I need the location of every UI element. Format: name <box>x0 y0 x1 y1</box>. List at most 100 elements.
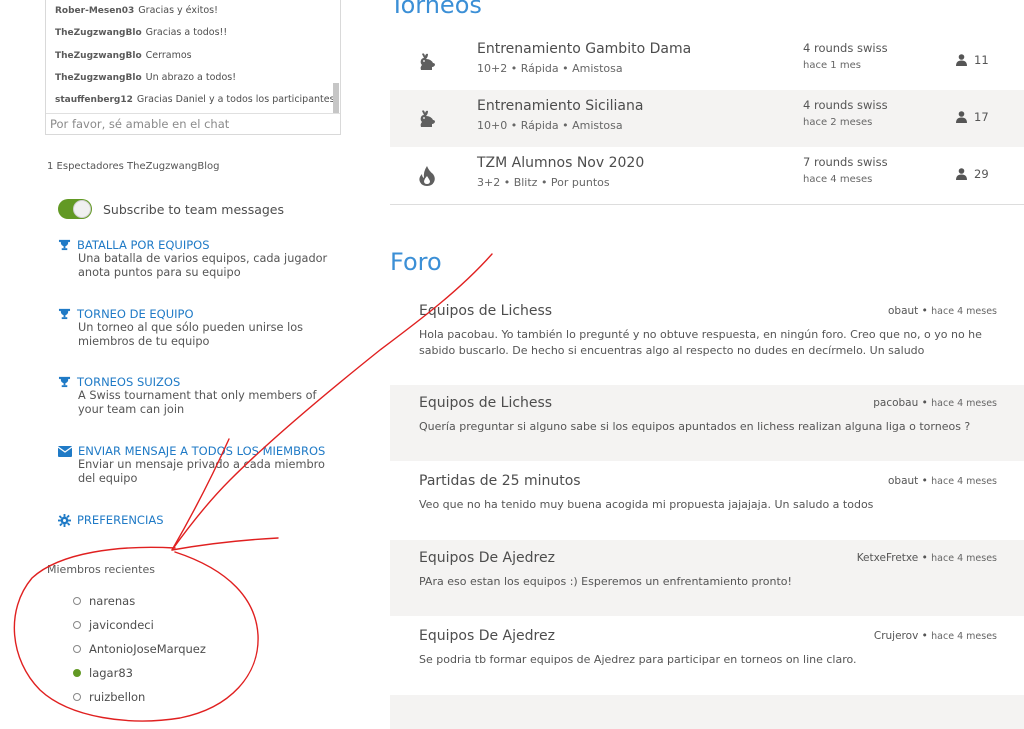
chat-messages: Rober-Mesen03 Gracias y éxitos! TheZugzwa… <box>46 0 334 113</box>
chat-message: Rober-Mesen03 Gracias y éxitos! <box>55 5 218 16</box>
tournament-meta: 3+2 • Blitz • Por puntos <box>477 176 610 189</box>
post-author-name[interactable]: KetxeFretxe <box>857 552 919 564</box>
user-icon <box>956 54 967 66</box>
tournament-rounds: 7 rounds swiss <box>803 155 888 169</box>
spectators-count: 1 Espectadores TheZugzwangBlog <box>47 161 220 172</box>
action-title[interactable]: BATALLA POR EQUIPOS <box>77 238 210 252</box>
user-icon <box>956 168 967 180</box>
trophy-icon <box>58 376 71 388</box>
tournament-players: 11 <box>956 53 989 67</box>
forum-post[interactable]: Equipos De Ajedrez KetxeFretxe • hace 4 … <box>390 540 1024 616</box>
post-text: Se podria tb formar equipos de Ajedrez p… <box>419 653 857 666</box>
action-title[interactable]: TORNEO DE EQUIPO <box>77 307 194 321</box>
tournament-row[interactable]: Entrenamiento Siciliana 10+0 • Rápida • … <box>390 90 1024 147</box>
action-swiss-tournament[interactable]: TORNEOS SUIZOS A Swiss tournament that o… <box>58 375 328 417</box>
forum-post[interactable]: Equipos de Lichess obaut • hace 4 meses … <box>390 293 1024 363</box>
action-preferences[interactable]: PREFERENCIAS <box>58 513 164 527</box>
tournaments-title[interactable]: Torneos <box>390 0 482 19</box>
chat-message: TheZugzwangBlo Cerramos <box>55 50 192 61</box>
action-team-tournament[interactable]: TORNEO DE EQUIPO Un torneo al que sólo p… <box>58 307 328 349</box>
member-antoniojosemarquez[interactable]: AntonioJoseMarquez <box>73 642 206 656</box>
post-author-name[interactable]: obaut <box>888 305 918 317</box>
envelope-icon <box>58 445 72 457</box>
post-title[interactable]: Equipos De Ajedrez <box>419 628 555 644</box>
action-desc: A Swiss tournament that only members of … <box>78 389 317 416</box>
member-name[interactable]: lagar83 <box>89 666 133 680</box>
chat-username[interactable]: TheZugzwangBlo <box>55 73 142 83</box>
gear-icon <box>58 513 71 527</box>
subscribe-toggle[interactable] <box>58 199 92 219</box>
tournament-players: 29 <box>956 167 989 181</box>
tournament-ago: hace 2 meses <box>803 117 873 128</box>
forum-post[interactable]: Equipos De Ajedrez Crujerov • hace 4 mes… <box>390 618 1024 694</box>
tournament-row[interactable]: TZM Alumnos Nov 2020 3+2 • Blitz • Por p… <box>390 147 1024 204</box>
chat-panel: Rober-Mesen03 Gracias y éxitos! TheZugzwa… <box>45 0 341 135</box>
forum-post[interactable]: Equipos de Lichess pacobau • hace 4 mese… <box>390 385 1024 461</box>
member-narenas[interactable]: narenas <box>73 594 135 608</box>
action-title[interactable]: ENVIAR MENSAJE A TODOS LOS MIEMBROS <box>78 444 325 458</box>
member-name[interactable]: AntonioJoseMarquez <box>89 642 206 656</box>
offline-dot-icon <box>73 621 81 629</box>
online-dot-icon <box>73 669 81 677</box>
member-name[interactable]: narenas <box>89 594 135 608</box>
rabbit-icon <box>420 110 435 127</box>
post-author-name[interactable]: Crujerov <box>874 630 918 642</box>
post-ago: hace 4 meses <box>931 306 997 317</box>
post-author-name[interactable]: obaut <box>888 475 918 487</box>
chat-scrollbar[interactable] <box>333 83 339 113</box>
chat-message: TheZugzwangBlo Un abrazo a todos! <box>55 72 236 83</box>
post-title[interactable]: Partidas de 25 minutos <box>419 473 581 489</box>
action-team-battle[interactable]: BATALLA POR EQUIPOS Una batalla de vario… <box>58 238 328 280</box>
tournament-players: 17 <box>956 110 989 124</box>
tournament-rounds: 4 rounds swiss <box>803 98 888 112</box>
chat-text: Un abrazo a todos! <box>145 72 237 83</box>
subscribe-label: Subscribe to team messages <box>103 201 284 217</box>
post-ago: hace 4 meses <box>931 476 997 487</box>
forum-post-partial[interactable] <box>390 695 1024 729</box>
post-ago: hace 4 meses <box>931 553 997 564</box>
tournament-name[interactable]: Entrenamiento Siciliana <box>477 98 643 114</box>
forum-post[interactable]: Partidas de 25 minutos obaut • hace 4 me… <box>390 463 1024 539</box>
action-title[interactable]: PREFERENCIAS <box>77 513 164 527</box>
rabbit-icon <box>420 53 435 70</box>
tournament-ago: hace 1 mes <box>803 60 861 71</box>
action-message-all[interactable]: ENVIAR MENSAJE A TODOS LOS MIEMBROS Envi… <box>58 444 333 486</box>
post-title[interactable]: Equipos de Lichess <box>419 395 552 411</box>
user-icon <box>956 111 967 123</box>
post-ago: hace 4 meses <box>931 398 997 409</box>
post-author-name[interactable]: pacobau <box>873 397 918 409</box>
fire-icon <box>419 166 435 186</box>
tournament-name[interactable]: TZM Alumnos Nov 2020 <box>477 155 644 171</box>
tournament-name[interactable]: Entrenamiento Gambito Dama <box>477 41 691 57</box>
member-javicondeci[interactable]: javicondeci <box>73 618 154 632</box>
forum-title[interactable]: Foro <box>390 248 442 276</box>
tournament-row[interactable]: Entrenamiento Gambito Dama 10+2 • Rápida… <box>390 33 1024 90</box>
chat-username[interactable]: Rober-Mesen03 <box>55 6 134 16</box>
toggle-knob <box>73 200 91 218</box>
member-name[interactable]: javicondeci <box>89 618 154 632</box>
chat-text: Gracias Daniel y a todos los participant… <box>136 94 334 105</box>
chat-username[interactable]: TheZugzwangBlo <box>55 28 142 38</box>
post-text: PAra eso estan los equipos :) Esperemos … <box>419 575 792 588</box>
action-desc: Un torneo al que sólo pueden unirse los … <box>78 321 303 348</box>
member-ruizbellon[interactable]: ruizbellon <box>73 690 145 704</box>
tournament-meta: 10+2 • Rápida • Amistosa <box>477 62 623 75</box>
action-desc: Enviar un mensaje privado a cada miembro… <box>78 458 325 485</box>
post-title[interactable]: Equipos De Ajedrez <box>419 550 555 566</box>
post-title[interactable]: Equipos de Lichess <box>419 303 552 319</box>
post-author: obaut • hace 4 meses <box>887 475 997 487</box>
chat-text: Gracias y éxitos! <box>138 5 218 16</box>
chat-text: Gracias a todos!! <box>145 27 228 38</box>
post-author: pacobau • hace 4 meses <box>873 397 997 409</box>
offline-dot-icon <box>73 597 81 605</box>
post-author: obaut • hace 4 meses <box>887 305 997 317</box>
chat-input[interactable]: Por favor, sé amable en el chat <box>46 113 340 134</box>
action-title[interactable]: TORNEOS SUIZOS <box>77 375 180 389</box>
member-lagar83[interactable]: lagar83 <box>73 666 133 680</box>
players-count: 29 <box>974 167 989 181</box>
chat-username[interactable]: stauffenberg12 <box>55 95 133 105</box>
member-name[interactable]: ruizbellon <box>89 690 145 704</box>
chat-username[interactable]: TheZugzwangBlo <box>55 51 142 61</box>
post-text: Veo que no ha tenido muy buena acogida m… <box>419 498 874 511</box>
chat-message: stauffenberg12 Gracias Daniel y a todos l… <box>55 94 334 105</box>
